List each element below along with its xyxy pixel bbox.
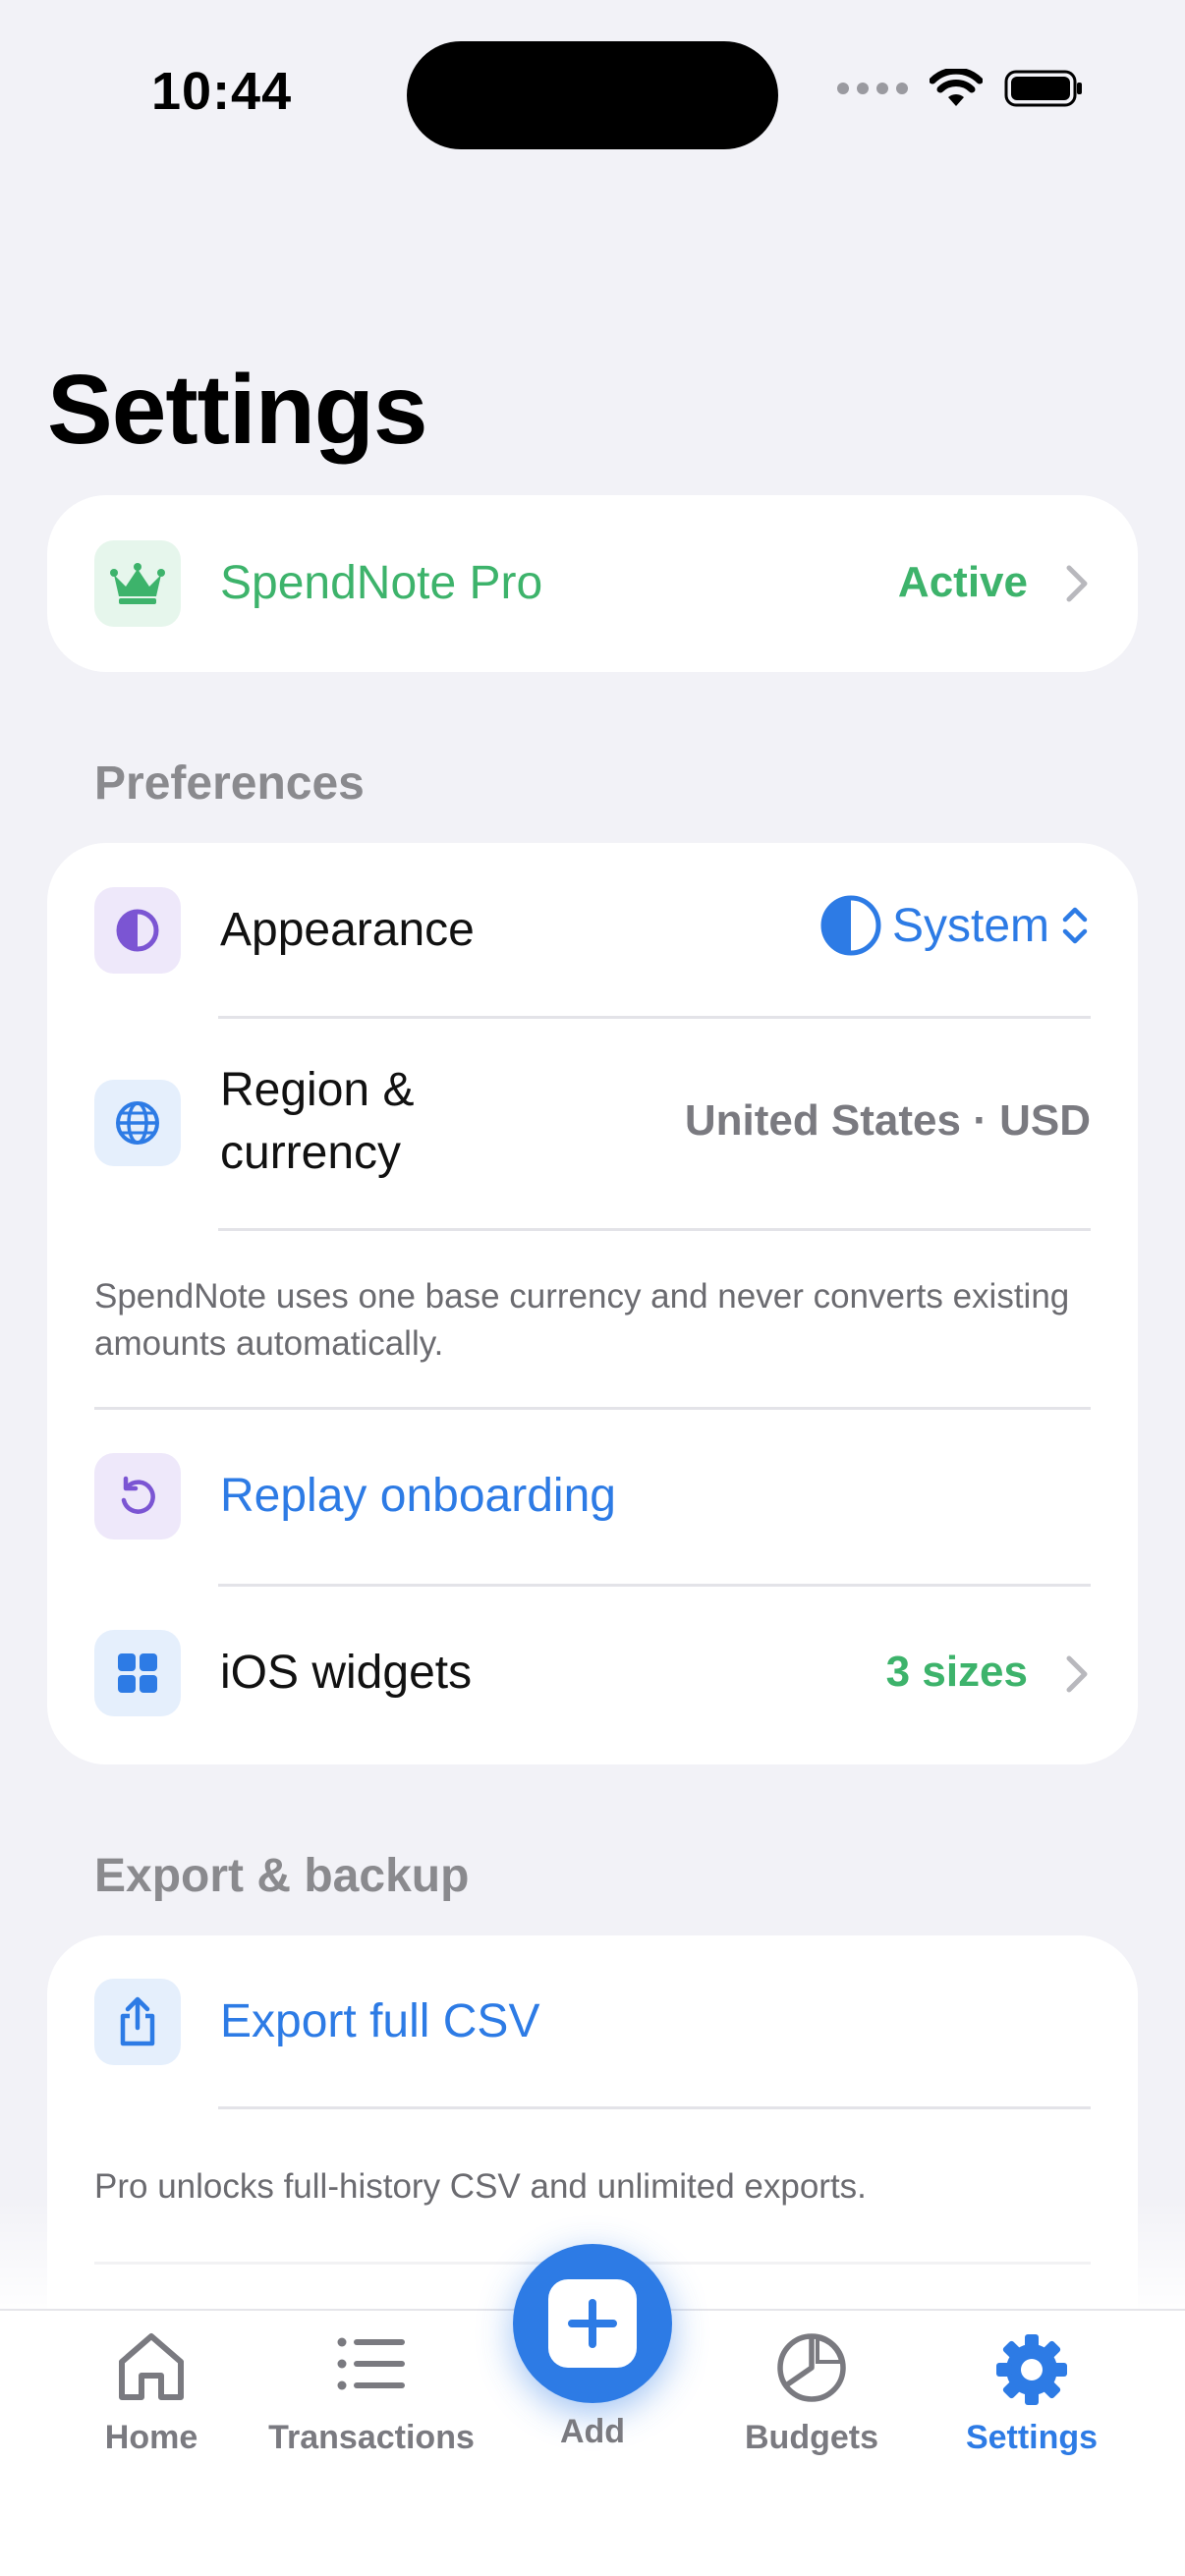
replay-onboarding-row[interactable]: Replay onboarding (47, 1409, 1138, 1584)
page-title: Settings (47, 355, 427, 465)
pro-status: Active (897, 558, 1028, 606)
tab-settings[interactable]: Settings (924, 2311, 1140, 2507)
status-time: 10:44 (151, 62, 293, 121)
tab-budgets[interactable]: Budgets (704, 2311, 920, 2507)
export-backup-header: Export & backup (94, 1850, 470, 1902)
preferences-header: Preferences (94, 757, 365, 810)
preferences-card: Appearance System Region & currency Unit… (47, 843, 1138, 1764)
export-csv-label: Export full CSV (220, 1995, 540, 2047)
plus-icon (548, 2279, 637, 2368)
appearance-row[interactable]: Appearance System (47, 843, 1138, 1018)
region-value: United States · USD (684, 1096, 1091, 1145)
cellular-signal-icon (837, 83, 908, 94)
tab-add-label: Add (559, 2413, 626, 2450)
gear-icon (996, 2334, 1067, 2405)
tab-transactions[interactable]: Transactions (263, 2311, 480, 2507)
region-currency-row[interactable]: Region & currency United States · USD (47, 1018, 1138, 1228)
tab-home-label: Home (104, 2419, 198, 2456)
tab-settings-label: Settings (965, 2419, 1099, 2456)
globe-icon (94, 1080, 181, 1166)
wifi-icon (930, 69, 983, 106)
home-icon (119, 2333, 184, 2400)
ios-widgets-label: iOS widgets (220, 1647, 473, 1699)
battery-icon (1004, 70, 1082, 107)
divider (218, 2106, 1091, 2109)
replay-icon (94, 1453, 181, 1540)
tab-budgets-label: Budgets (745, 2419, 878, 2456)
widgets-value: 3 sizes (885, 1648, 1028, 1696)
list-icon (337, 2337, 405, 2390)
add-button[interactable] (513, 2244, 672, 2403)
pie-chart-icon (777, 2333, 846, 2402)
ios-widgets-row[interactable]: iOS widgets 3 sizes (47, 1586, 1138, 1761)
status-bar: 10:44 (0, 0, 1185, 196)
share-icon (94, 1979, 181, 2065)
tab-home[interactable]: Home (43, 2311, 259, 2507)
pro-card[interactable]: SpendNote Pro Active (47, 495, 1138, 672)
divider (218, 1228, 1091, 1231)
region-label-line2: currency (220, 1127, 402, 1179)
appearance-value: System (891, 899, 1049, 952)
region-label-line1: Region & (220, 1064, 415, 1116)
dynamic-island (407, 41, 778, 149)
currency-note: SpendNote uses one base currency and nev… (94, 1277, 1070, 1363)
grid-icon (94, 1630, 181, 1716)
replay-onboarding-label: Replay onboarding (220, 1470, 616, 1522)
status-icons (837, 69, 1083, 108)
appearance-picker[interactable]: System (819, 894, 1091, 957)
appearance-label: Appearance (220, 904, 475, 956)
crown-icon (94, 540, 181, 627)
contrast-icon (94, 887, 181, 974)
half-circle-icon (820, 895, 881, 956)
chevron-right-icon (1066, 565, 1088, 602)
tab-transactions-label: Transactions (268, 2419, 475, 2456)
export-csv-row[interactable]: Export full CSV (47, 1935, 1138, 2108)
pro-label: SpendNote Pro (220, 557, 543, 609)
chevron-up-down-icon (1062, 907, 1088, 944)
chevron-right-icon (1066, 1655, 1088, 1693)
